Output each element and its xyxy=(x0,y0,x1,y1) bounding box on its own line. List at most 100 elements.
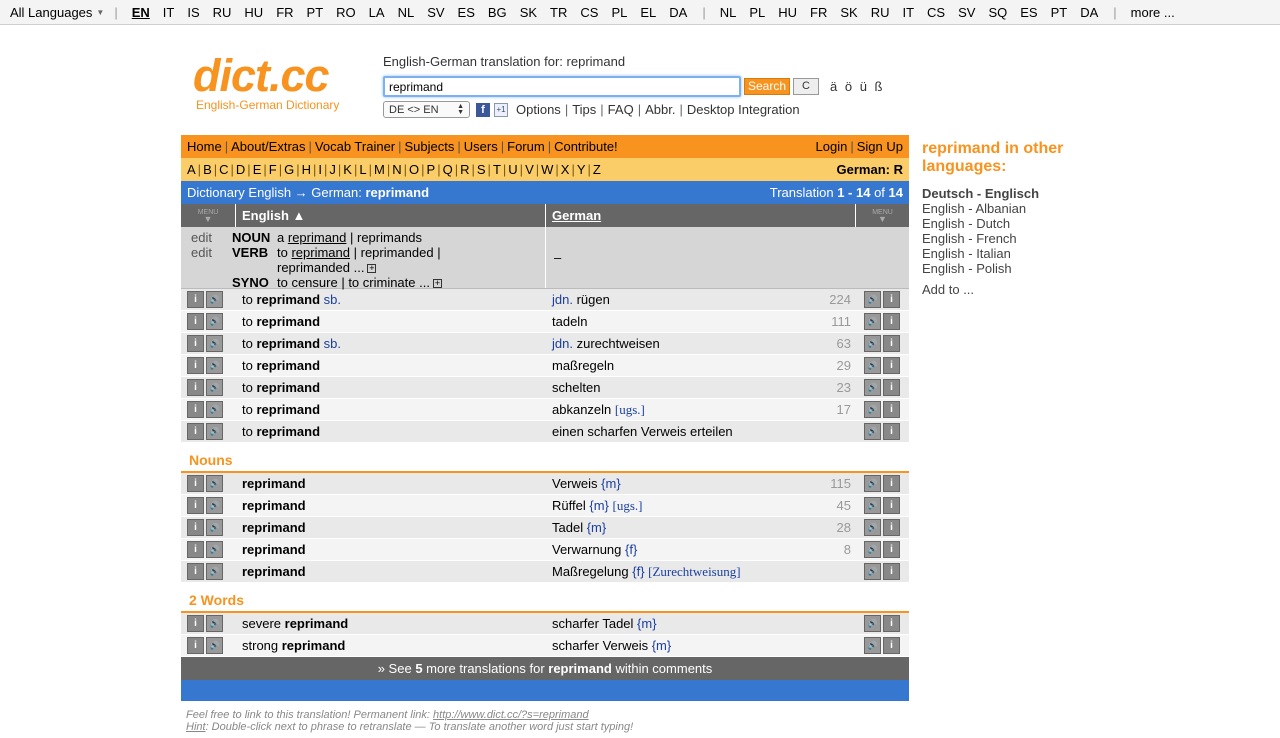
synonym-1[interactable]: to censure xyxy=(277,275,338,290)
letter-o[interactable]: O xyxy=(409,162,419,177)
language-link-it[interactable]: IT xyxy=(163,5,175,20)
speaker-icon[interactable]: 🔊 xyxy=(206,423,223,440)
language-link-el[interactable]: EL xyxy=(640,5,656,20)
letter-s[interactable]: S xyxy=(477,162,486,177)
letter-c[interactable]: C xyxy=(219,162,228,177)
letter-d[interactable]: D xyxy=(236,162,245,177)
nav-home[interactable]: Home xyxy=(187,139,222,154)
add-to-link[interactable]: Add to ... xyxy=(922,282,1092,297)
expand-icon[interactable]: + xyxy=(432,279,442,289)
english-entry[interactable]: to reprimand sb. xyxy=(235,336,545,351)
edit-verb-link[interactable]: edit xyxy=(191,245,212,260)
speaker-icon[interactable]: 🔊 xyxy=(864,563,881,580)
language-link-sk[interactable]: SK xyxy=(520,5,537,20)
english-entry[interactable]: strong reprimand xyxy=(235,638,545,653)
speaker-icon[interactable]: 🔊 xyxy=(864,423,881,440)
german-entry[interactable]: einen scharfen Verweis erteilen xyxy=(545,424,855,439)
info-icon[interactable]: i xyxy=(187,541,204,558)
speaker-icon[interactable]: 🔊 xyxy=(206,497,223,514)
speaker-icon[interactable]: 🔊 xyxy=(864,541,881,558)
speaker-icon[interactable]: 🔊 xyxy=(864,313,881,330)
option-link-desktop-integration[interactable]: Desktop Integration xyxy=(687,102,800,117)
german-entry[interactable]: maßregeln 29 xyxy=(545,358,855,373)
nav-contribute[interactable]: Contribute! xyxy=(554,139,618,154)
other-language-link[interactable]: English - Italian xyxy=(922,246,1092,261)
option-link-options[interactable]: Options xyxy=(516,102,561,117)
info-icon[interactable]: i xyxy=(883,541,900,558)
nav-users[interactable]: Users xyxy=(464,139,498,154)
language-link-cs[interactable]: CS xyxy=(927,5,945,20)
speaker-icon[interactable]: 🔊 xyxy=(206,379,223,396)
info-icon[interactable]: i xyxy=(883,637,900,654)
other-language-link[interactable]: English - Polish xyxy=(922,261,1092,276)
speaker-icon[interactable]: 🔊 xyxy=(206,401,223,418)
clear-button[interactable]: C xyxy=(793,78,820,95)
letter-e[interactable]: E xyxy=(253,162,262,177)
english-entry[interactable]: reprimand xyxy=(235,542,545,557)
speaker-icon[interactable]: 🔊 xyxy=(206,637,223,654)
nav-about-extras[interactable]: About/Extras xyxy=(231,139,305,154)
speaker-icon[interactable]: 🔊 xyxy=(864,379,881,396)
letter-p[interactable]: P xyxy=(427,162,436,177)
english-entry[interactable]: to reprimand xyxy=(235,314,545,329)
language-link-es[interactable]: ES xyxy=(458,5,475,20)
info-icon[interactable]: i xyxy=(187,475,204,492)
letter-v[interactable]: V xyxy=(525,162,534,177)
info-icon[interactable]: i xyxy=(187,357,204,374)
nav-forum[interactable]: Forum xyxy=(507,139,545,154)
speaker-icon[interactable]: 🔊 xyxy=(206,615,223,632)
info-icon[interactable]: i xyxy=(883,335,900,352)
german-entry[interactable]: Rüffel {m} [ugs.] 45 xyxy=(545,498,855,514)
german-entry[interactable]: Verwarnung {f} 8 xyxy=(545,542,855,557)
signup-link[interactable]: Sign Up xyxy=(857,139,903,154)
language-link-tr[interactable]: TR xyxy=(550,5,567,20)
english-entry[interactable]: to reprimand sb. xyxy=(235,292,545,307)
language-link-pt[interactable]: PT xyxy=(1051,5,1068,20)
letter-j[interactable]: J xyxy=(329,162,336,177)
speaker-icon[interactable]: 🔊 xyxy=(206,291,223,308)
search-input[interactable] xyxy=(383,76,741,97)
expand-icon[interactable]: + xyxy=(367,264,377,274)
permanent-link[interactable]: http://www.dict.cc/?s=reprimand xyxy=(433,709,589,721)
info-icon[interactable]: i xyxy=(883,357,900,374)
direction-select[interactable]: DE <> EN ▲ ▼ xyxy=(383,101,470,118)
speaker-icon[interactable]: 🔊 xyxy=(206,541,223,558)
nav-subjects[interactable]: Subjects xyxy=(405,139,455,154)
english-entry[interactable]: reprimand xyxy=(235,476,545,491)
german-entry[interactable]: tadeln 111 xyxy=(545,314,855,329)
english-entry[interactable]: to reprimand xyxy=(235,358,545,373)
letter-k[interactable]: K xyxy=(343,162,352,177)
speaker-icon[interactable]: 🔊 xyxy=(864,615,881,632)
language-link-fr[interactable]: FR xyxy=(810,5,827,20)
info-icon[interactable]: i xyxy=(883,615,900,632)
info-icon[interactable]: i xyxy=(187,291,204,308)
edit-noun-link[interactable]: edit xyxy=(191,230,212,245)
info-icon[interactable]: i xyxy=(187,615,204,632)
info-icon[interactable]: i xyxy=(883,401,900,418)
menu-left-button[interactable]: MENU ▼ xyxy=(181,204,235,227)
speaker-icon[interactable]: 🔊 xyxy=(864,519,881,536)
language-link-fr[interactable]: FR xyxy=(276,5,293,20)
english-entry[interactable]: to reprimand xyxy=(235,380,545,395)
speaker-icon[interactable]: 🔊 xyxy=(864,357,881,374)
google-plus-icon[interactable]: +1 xyxy=(494,102,508,117)
umlaut-buttons[interactable]: ä ö ü ß xyxy=(830,79,884,94)
letter-h[interactable]: H xyxy=(302,162,311,177)
language-link-da[interactable]: DA xyxy=(1080,5,1098,20)
language-link-nl[interactable]: NL xyxy=(720,5,737,20)
letter-w[interactable]: W xyxy=(541,162,553,177)
info-icon[interactable]: i xyxy=(883,519,900,536)
info-icon[interactable]: i xyxy=(187,313,204,330)
all-languages-dropdown[interactable]: All Languages ▼ xyxy=(10,5,104,20)
language-link-sq[interactable]: SQ xyxy=(988,5,1007,20)
speaker-icon[interactable]: 🔊 xyxy=(864,497,881,514)
speaker-icon[interactable]: 🔊 xyxy=(864,637,881,654)
language-link-sk[interactable]: SK xyxy=(840,5,857,20)
info-icon[interactable]: i xyxy=(883,497,900,514)
language-link-it[interactable]: IT xyxy=(902,5,914,20)
letter-m[interactable]: M xyxy=(374,162,385,177)
info-icon[interactable]: i xyxy=(187,637,204,654)
speaker-icon[interactable]: 🔊 xyxy=(864,335,881,352)
german-entry[interactable]: abkanzeln [ugs.] 17 xyxy=(545,402,855,418)
synonym-2[interactable]: to criminate ... xyxy=(348,275,430,290)
